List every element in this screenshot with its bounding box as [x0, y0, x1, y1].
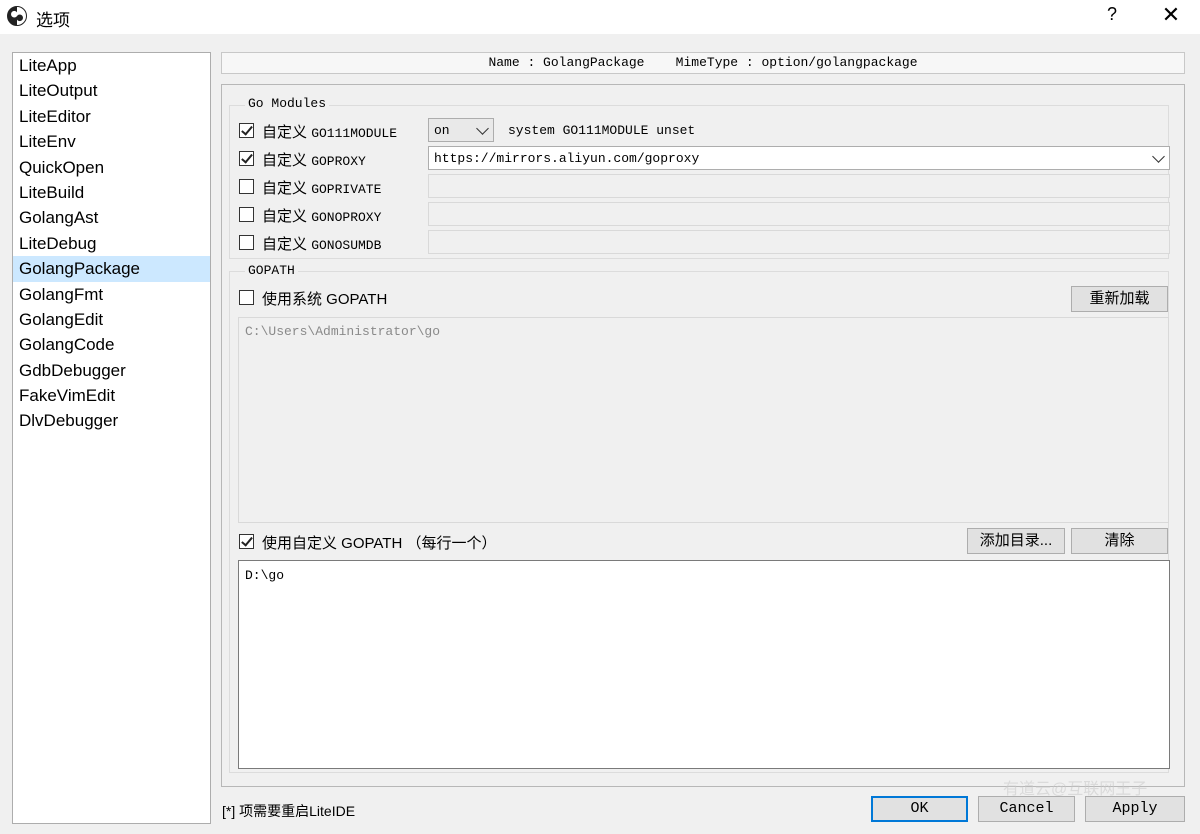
gonosumdb-name: GONOSUMDB — [311, 238, 382, 253]
close-button[interactable]: ✕ — [1158, 2, 1184, 28]
title-bar: 选项 ? ✕ — [0, 0, 1200, 34]
use-system-gopath-label: 使用系统 GOPATH — [262, 291, 388, 308]
nav-item-dlvdebugger[interactable]: DlvDebugger — [13, 408, 210, 433]
use-system-gopath-checkbox[interactable] — [239, 290, 254, 305]
nav-item-golangpackage[interactable]: GolangPackage — [13, 256, 210, 282]
nav-item-fakevimedit[interactable]: FakeVimEdit — [13, 383, 210, 408]
go111module-select[interactable]: on — [428, 118, 494, 142]
go111module-checkbox[interactable] — [239, 123, 254, 138]
goproxy-checkbox[interactable] — [239, 151, 254, 166]
ok-button[interactable]: OK — [871, 796, 968, 822]
use-custom-gopath-label: 使用自定义 GOPATH （每行一个） — [262, 535, 497, 552]
nav-item-liteapp[interactable]: LiteApp — [13, 53, 210, 78]
nav-item-golangedit[interactable]: GolangEdit — [13, 307, 210, 332]
goproxy-name: GOPROXY — [311, 154, 366, 169]
gonoproxy-checkbox[interactable] — [239, 207, 254, 222]
gonoproxy-label: 自定义 GONOPROXY — [262, 205, 381, 226]
goprivate-prefix: 自定义 — [262, 180, 308, 197]
gonosumdb-prefix: 自定义 — [262, 236, 308, 253]
goproxy-label: 自定义 GOPROXY — [262, 149, 366, 170]
clear-button[interactable]: 清除 — [1071, 528, 1168, 554]
nav-item-litebuild[interactable]: LiteBuild — [13, 180, 210, 205]
nav-item-liteenv[interactable]: LiteEnv — [13, 129, 210, 154]
goprivate-checkbox[interactable] — [239, 179, 254, 194]
go111module-select-value: on — [434, 123, 450, 138]
cancel-button[interactable]: Cancel — [978, 796, 1075, 822]
gonosumdb-label: 自定义 GONOSUMDB — [262, 233, 381, 254]
nav-item-liteoutput[interactable]: LiteOutput — [13, 78, 210, 103]
nav-item-golangcode[interactable]: GolangCode — [13, 332, 210, 357]
nav-item-liteeditor[interactable]: LiteEditor — [13, 104, 210, 129]
goprivate-name: GOPRIVATE — [311, 182, 382, 197]
goproxy-value: https://mirrors.aliyun.com/goproxy — [434, 151, 700, 166]
page-header: Name : GolangPackage MimeType : option/g… — [221, 52, 1185, 74]
options-category-list[interactable]: LiteApp LiteOutput LiteEditor LiteEnv QuickO… — [12, 52, 211, 824]
reload-button[interactable]: 重新加载 — [1071, 286, 1168, 312]
help-button[interactable]: ? — [1102, 4, 1122, 25]
nav-item-quickopen[interactable]: QuickOpen — [13, 155, 210, 180]
gonosumdb-field — [428, 230, 1170, 254]
go-modules-title: Go Modules — [245, 96, 330, 111]
custom-gopath-value: D:\go — [245, 568, 285, 583]
use-custom-gopath-checkbox[interactable] — [239, 534, 254, 549]
gonoproxy-prefix: 自定义 — [262, 208, 308, 225]
system-gopath-box: C:\Users\Administrator\go — [238, 317, 1169, 523]
restart-note: [*] 项需要重启LiteIDE — [222, 803, 356, 819]
goproxy-prefix: 自定义 — [262, 152, 308, 169]
go111module-status: system GO111MODULE unset — [508, 123, 696, 138]
chevron-down-icon — [476, 122, 489, 135]
goprivate-label: 自定义 GOPRIVATE — [262, 177, 381, 198]
window-title: 选项 — [36, 11, 70, 30]
nav-item-golangfmt[interactable]: GolangFmt — [13, 282, 210, 307]
gonoproxy-field — [428, 202, 1170, 226]
apply-button[interactable]: Apply — [1085, 796, 1185, 822]
gopath-title: GOPATH — [245, 263, 298, 278]
go111module-prefix: 自定义 — [262, 124, 308, 141]
goprivate-field — [428, 174, 1170, 198]
goproxy-combo[interactable]: https://mirrors.aliyun.com/goproxy — [428, 146, 1170, 170]
nav-item-litedebug[interactable]: LiteDebug — [13, 231, 210, 256]
go111module-label: 自定义 GO111MODULE — [262, 121, 397, 142]
go111module-name: GO111MODULE — [311, 126, 398, 141]
nav-item-gdbdebugger[interactable]: GdbDebugger — [13, 358, 210, 383]
settings-pane: Go Modules 自定义 GO111MODULE on system GO1… — [221, 84, 1185, 787]
add-directory-button[interactable]: 添加目录... — [967, 528, 1065, 554]
gonosumdb-checkbox[interactable] — [239, 235, 254, 250]
gonoproxy-name: GONOPROXY — [311, 210, 382, 225]
chevron-down-icon[interactable] — [1152, 150, 1165, 163]
custom-gopath-editor[interactable]: D:\go — [238, 560, 1170, 769]
app-icon — [7, 6, 27, 26]
nav-item-golangast[interactable]: GolangAst — [13, 205, 210, 230]
system-gopath-value: C:\Users\Administrator\go — [245, 324, 441, 339]
watermark: 有道云@互联网王子 — [1003, 781, 1148, 798]
